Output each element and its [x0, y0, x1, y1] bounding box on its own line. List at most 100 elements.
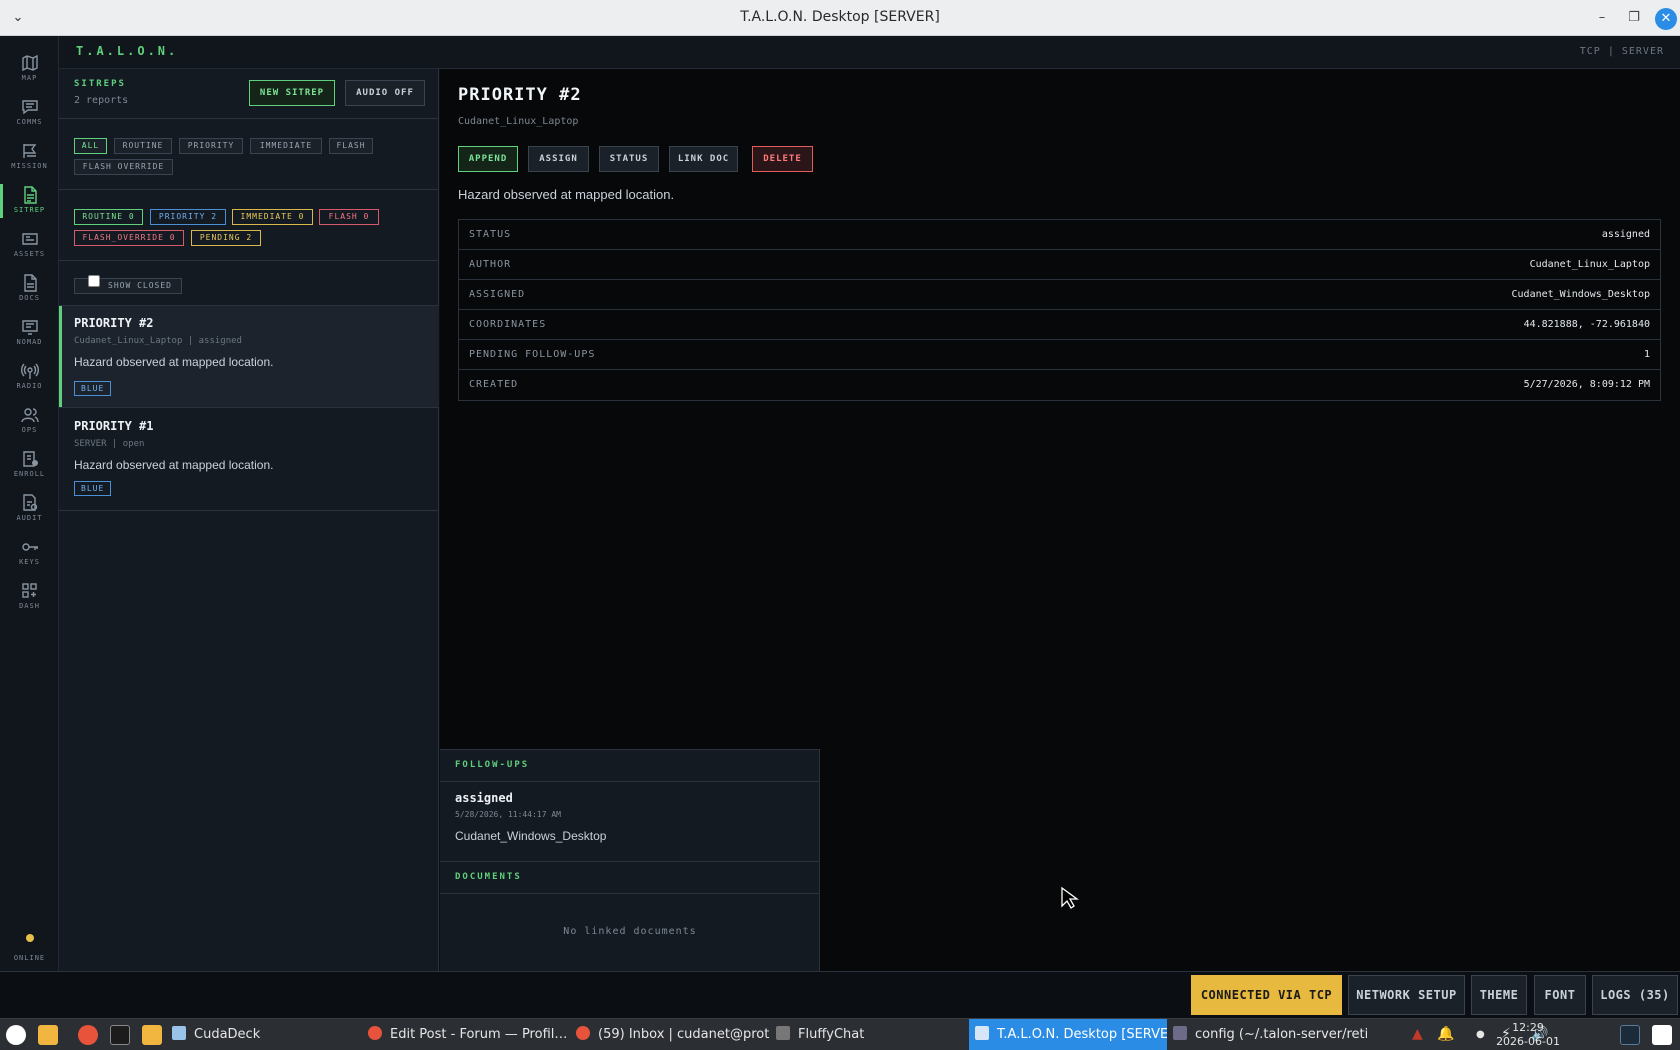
- filter-all[interactable]: ALL: [74, 138, 107, 154]
- card-description: Hazard observed at mapped location.: [74, 355, 274, 369]
- show-closed-row: SHOW CLOSED: [59, 261, 439, 306]
- detail-properties-table: STATUS assigned AUTHOR Cudanet_Linux_Lapto…: [458, 219, 1661, 401]
- delete-button[interactable]: DELETE: [752, 146, 813, 172]
- taskbar-item-active[interactable]: T.A.L.O.N. Desktop [SERVER]: [969, 1019, 1167, 1050]
- clock[interactable]: 12:29 2026-06-01: [1496, 1021, 1560, 1049]
- new-sitrep-button[interactable]: NEW SITREP: [249, 80, 335, 106]
- folder-icon[interactable]: [38, 1025, 58, 1045]
- row-value: Cudanet_Linux_Laptop: [1529, 259, 1650, 270]
- followups-header: FOLLOW-UPS: [440, 750, 820, 782]
- nav-comms[interactable]: COMMS: [0, 94, 59, 138]
- show-closed-checkbox[interactable]: [88, 275, 100, 287]
- chat-icon: [21, 100, 38, 115]
- maximize-button[interactable]: ❐: [1623, 8, 1645, 30]
- app-tray-icon[interactable]: [1620, 1025, 1640, 1045]
- row-key: PENDING FOLLOW-UPS: [469, 349, 596, 360]
- filter-immediate[interactable]: IMMEDIATE: [250, 138, 322, 154]
- app-brand: T.A.L.O.N.: [76, 44, 179, 58]
- dashboard-icon: [21, 583, 37, 598]
- documents-title: DOCUMENTS: [455, 872, 522, 882]
- nav-label: COMMS: [16, 118, 43, 126]
- nav-mission[interactable]: MISSION: [0, 138, 59, 182]
- logs-button[interactable]: LOGS (35): [1592, 975, 1678, 1015]
- sitrep-list-panel: SITREPS 2 reports NEW SITREP AUDIO OFF A…: [59, 69, 439, 971]
- nav-enroll[interactable]: ENROLL: [0, 446, 59, 490]
- nav-assets[interactable]: ASSETS: [0, 226, 59, 270]
- row-value: 1: [1643, 349, 1650, 360]
- shield-icon[interactable]: ▲: [1412, 1026, 1423, 1042]
- document-icon: [23, 274, 37, 292]
- status-button[interactable]: STATUS: [599, 146, 659, 172]
- connection-status: ONLINE: [0, 934, 59, 964]
- detail-description: Hazard observed at mapped location.: [458, 187, 675, 202]
- link-doc-button[interactable]: LINK DOC: [669, 146, 738, 172]
- minimize-button[interactable]: –: [1591, 8, 1613, 30]
- taskbar-item[interactable]: FluffyChat: [770, 1019, 960, 1050]
- terminal-icon[interactable]: [110, 1025, 130, 1045]
- filter-flash-override[interactable]: FLASH OVERRIDE: [74, 159, 173, 175]
- table-row: COORDINATES 44.821888, -72.961840: [459, 310, 1660, 340]
- followup-body: Cudanet_Windows_Desktop: [455, 829, 607, 843]
- taskbar-item[interactable]: CudaDeck: [166, 1019, 346, 1050]
- enroll-icon: [22, 451, 38, 467]
- filter-flash[interactable]: FLASH: [329, 138, 373, 154]
- taskbar-item-label: Edit Post - Forum — Profil…: [390, 1027, 568, 1042]
- nav-label: ENROLL: [13, 470, 46, 478]
- app-header: T.A.L.O.N. TCP | SERVER: [59, 36, 1680, 69]
- filter-priority[interactable]: PRIORITY: [179, 138, 243, 154]
- sitrep-card[interactable]: PRIORITY #2 Cudanet_Linux_Laptop | assig…: [59, 306, 439, 408]
- window-titlebar: ⌄ T.A.L.O.N. Desktop [SERVER] – ❐ ✕: [0, 0, 1680, 36]
- sitrep-card[interactable]: PRIORITY #1 SERVER | open Hazard observe…: [59, 409, 439, 511]
- nav-label: KEYS: [19, 558, 40, 566]
- append-button[interactable]: APPEND: [458, 146, 518, 172]
- start-menu-icon[interactable]: [6, 1025, 26, 1045]
- row-value: 5/27/2026, 8:09:12 PM: [1523, 379, 1650, 390]
- connection-button[interactable]: CONNECTED VIA TCP: [1191, 975, 1342, 1015]
- browser-icon[interactable]: [78, 1025, 98, 1045]
- report-count: 2 reports: [74, 95, 129, 106]
- os-taskbar: CudaDeck Edit Post - Forum — Profil… (59…: [0, 1018, 1680, 1050]
- nomad-icon: [21, 320, 38, 335]
- documents-header: DOCUMENTS: [440, 862, 820, 894]
- lock-icon[interactable]: ●: [1476, 1029, 1485, 1040]
- nav-map[interactable]: MAP: [0, 50, 59, 94]
- nav-nomad[interactable]: NOMAD: [0, 314, 59, 358]
- nav-keys[interactable]: KEYS: [0, 534, 59, 578]
- nav-radio[interactable]: RADIO: [0, 358, 59, 402]
- nav-label: DASH: [19, 602, 40, 610]
- notification-bell-icon[interactable]: 🔔: [1437, 1026, 1454, 1042]
- taskbar-item[interactable]: Edit Post - Forum — Profil…: [362, 1019, 570, 1050]
- close-button[interactable]: ✕: [1655, 8, 1677, 30]
- transport-mode: TCP | SERVER: [1579, 46, 1664, 57]
- card-team-tag: BLUE: [74, 481, 112, 496]
- nav-ops[interactable]: OPS: [0, 402, 59, 446]
- audio-toggle-button[interactable]: AUDIO OFF: [345, 80, 425, 106]
- show-closed-label: SHOW CLOSED: [108, 281, 172, 290]
- theme-button[interactable]: THEME: [1471, 975, 1527, 1015]
- nav-audit[interactable]: AUDIT: [0, 490, 59, 534]
- files-icon[interactable]: [142, 1025, 162, 1045]
- taskbar-item[interactable]: (59) Inbox | cudanet@prot…: [570, 1019, 770, 1050]
- priority-filters: ALL ROUTINE PRIORITY IMMEDIATE FLASH FLA…: [59, 119, 439, 190]
- filter-routine[interactable]: ROUTINE: [114, 138, 172, 154]
- nav-docs[interactable]: DOCS: [0, 270, 59, 314]
- network-setup-button[interactable]: NETWORK SETUP: [1348, 975, 1465, 1015]
- card-meta: SERVER | open: [74, 439, 145, 449]
- report-icon: [23, 186, 37, 204]
- no-documents-message: No linked documents: [563, 926, 697, 937]
- assign-button[interactable]: ASSIGN: [528, 146, 589, 172]
- nav-dash[interactable]: DASH: [0, 578, 59, 622]
- show-closed-toggle[interactable]: SHOW CLOSED: [74, 275, 182, 294]
- font-button[interactable]: FONT: [1534, 975, 1586, 1015]
- table-row: CREATED 5/27/2026, 8:09:12 PM: [459, 370, 1660, 400]
- nav-label: RADIO: [16, 382, 43, 390]
- card-team-tag: BLUE: [74, 381, 112, 396]
- detail-author: Cudanet_Linux_Laptop: [458, 116, 579, 127]
- taskbar-item[interactable]: config (~/.talon-server/reti…: [1167, 1019, 1367, 1050]
- followup-title: assigned: [455, 791, 513, 805]
- count-routine: ROUTINE 0: [74, 209, 143, 225]
- nav-sitrep[interactable]: SITREP: [0, 182, 59, 226]
- row-key: CREATED: [469, 379, 519, 390]
- show-desktop-icon[interactable]: [1652, 1025, 1672, 1045]
- list-header: SITREPS 2 reports NEW SITREP AUDIO OFF: [59, 69, 439, 119]
